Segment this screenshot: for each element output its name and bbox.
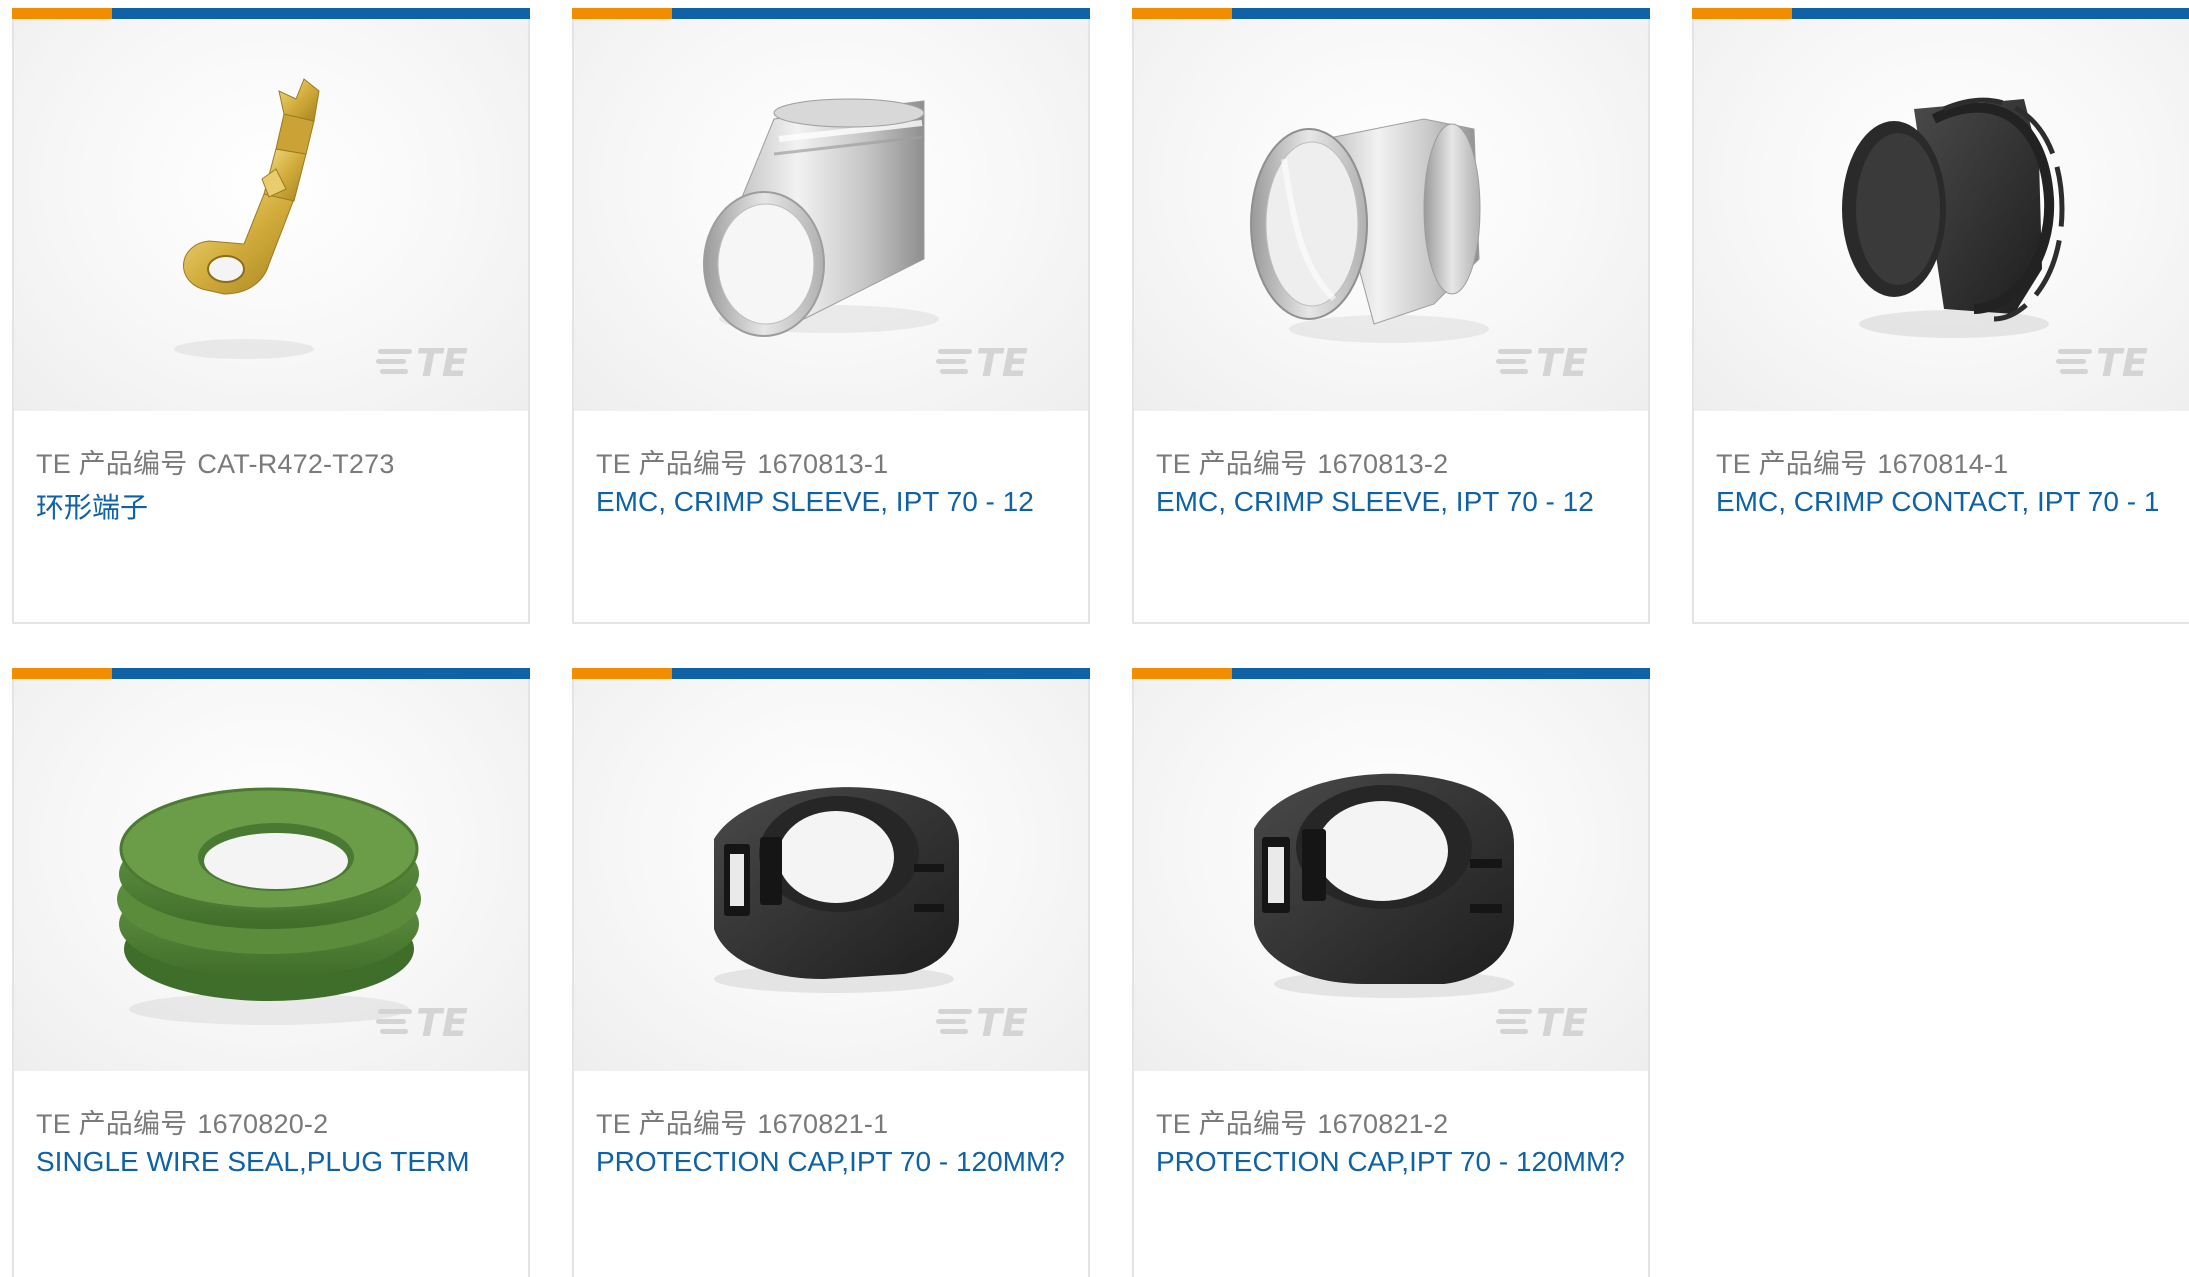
product-card[interactable]: TE TE 产品编号 CAT-R472-T273 环形端子 (12, 8, 530, 624)
svg-text:TE: TE (976, 1001, 1028, 1041)
part-number-line: TE 产品编号 1670814-1 (1716, 442, 2008, 481)
svg-text:TE: TE (2096, 341, 2148, 381)
product-card[interactable]: TE TE 产品编号 1670821-1 PROTECTION CAP,IPT 7… (572, 668, 1090, 1277)
part-number: 1670821-2 (1317, 1109, 1449, 1139)
part-number-line: TE 产品编号 1670821-1 (596, 1102, 888, 1141)
product-title-link[interactable]: 环形端子 (36, 486, 148, 526)
te-watermark-logo: TE (936, 1001, 1028, 1041)
product-image[interactable]: TE (574, 19, 1088, 411)
product-card[interactable]: TE TE 产品编号 1670813-2 EMC, CRIMP SLEEVE, I… (1132, 8, 1650, 624)
card-accent-bar (1692, 8, 2189, 19)
product-title-link[interactable]: PROTECTION CAP,IPT 70 - 120MM? (596, 1146, 1065, 1178)
product-image[interactable]: TE (14, 19, 528, 411)
part-number: CAT-R472-T273 (197, 449, 395, 479)
part-number-prefix: TE 产品编号 (596, 449, 748, 479)
product-image[interactable]: TE (574, 679, 1088, 1071)
part-number: 1670814-1 (1877, 449, 2009, 479)
part-number: 1670813-1 (757, 449, 889, 479)
svg-text:TE: TE (1536, 1001, 1588, 1041)
card-accent-bar (1132, 8, 1650, 19)
part-number-prefix: TE 产品编号 (1156, 449, 1308, 479)
te-watermark-logo: TE (376, 341, 468, 381)
product-title-link[interactable]: EMC, CRIMP SLEEVE, IPT 70 - 12 (1156, 486, 1594, 518)
product-title-link[interactable]: PROTECTION CAP,IPT 70 - 120MM? (1156, 1146, 1625, 1178)
product-title-link[interactable]: SINGLE WIRE SEAL,PLUG TERM (36, 1146, 470, 1178)
svg-text:TE: TE (976, 341, 1028, 381)
product-title-link[interactable]: EMC, CRIMP SLEEVE, IPT 70 - 12 (596, 486, 1034, 518)
part-number-line: TE 产品编号 1670821-2 (1156, 1102, 1448, 1141)
card-accent-bar (572, 8, 1090, 19)
part-number-line: TE 产品编号 1670813-2 (1156, 442, 1448, 481)
part-number: 1670821-1 (757, 1109, 889, 1139)
te-watermark-logo: TE (2056, 341, 2148, 381)
part-number: 1670813-2 (1317, 449, 1449, 479)
part-number-prefix: TE 产品编号 (1716, 449, 1868, 479)
product-card[interactable]: TE TE 产品编号 1670814-1 EMC, CRIMP CONTACT, … (1692, 8, 2189, 624)
card-accent-bar (1132, 668, 1650, 679)
svg-text:TE: TE (1536, 341, 1588, 381)
te-watermark-logo: TE (1496, 1001, 1588, 1041)
product-image[interactable]: TE (14, 679, 528, 1071)
part-number-prefix: TE 产品编号 (596, 1109, 748, 1139)
svg-text:TE: TE (416, 341, 468, 381)
te-watermark-logo: TE (1496, 341, 1588, 381)
product-card[interactable]: TE TE 产品编号 1670813-1 EMC, CRIMP SLEEVE, I… (572, 8, 1090, 624)
product-image[interactable]: TE (1134, 19, 1648, 411)
svg-text:TE: TE (416, 1001, 468, 1041)
product-grid: TE TE 产品编号 CAT-R472-T273 环形端子 TE TE 产品编号… (0, 0, 2189, 1277)
part-number-prefix: TE 产品编号 (36, 449, 188, 479)
product-card[interactable]: TE TE 产品编号 1670820-2 SINGLE WIRE SEAL,PLU… (12, 668, 530, 1277)
card-accent-bar (12, 8, 530, 19)
product-title-link[interactable]: EMC, CRIMP CONTACT, IPT 70 - 1 (1716, 486, 2159, 518)
part-number-prefix: TE 产品编号 (1156, 1109, 1308, 1139)
card-accent-bar (572, 668, 1090, 679)
card-accent-bar (12, 668, 530, 679)
part-number-line: TE 产品编号 1670820-2 (36, 1102, 328, 1141)
part-number-prefix: TE 产品编号 (36, 1109, 188, 1139)
product-image[interactable]: TE (1694, 19, 2189, 411)
product-card[interactable]: TE TE 产品编号 1670821-2 PROTECTION CAP,IPT 7… (1132, 668, 1650, 1277)
te-watermark-logo: TE (376, 1001, 468, 1041)
te-watermark-logo: TE (936, 341, 1028, 381)
part-number: 1670820-2 (197, 1109, 329, 1139)
product-image[interactable]: TE (1134, 679, 1648, 1071)
part-number-line: TE 产品编号 CAT-R472-T273 (36, 442, 395, 481)
part-number-line: TE 产品编号 1670813-1 (596, 442, 888, 481)
